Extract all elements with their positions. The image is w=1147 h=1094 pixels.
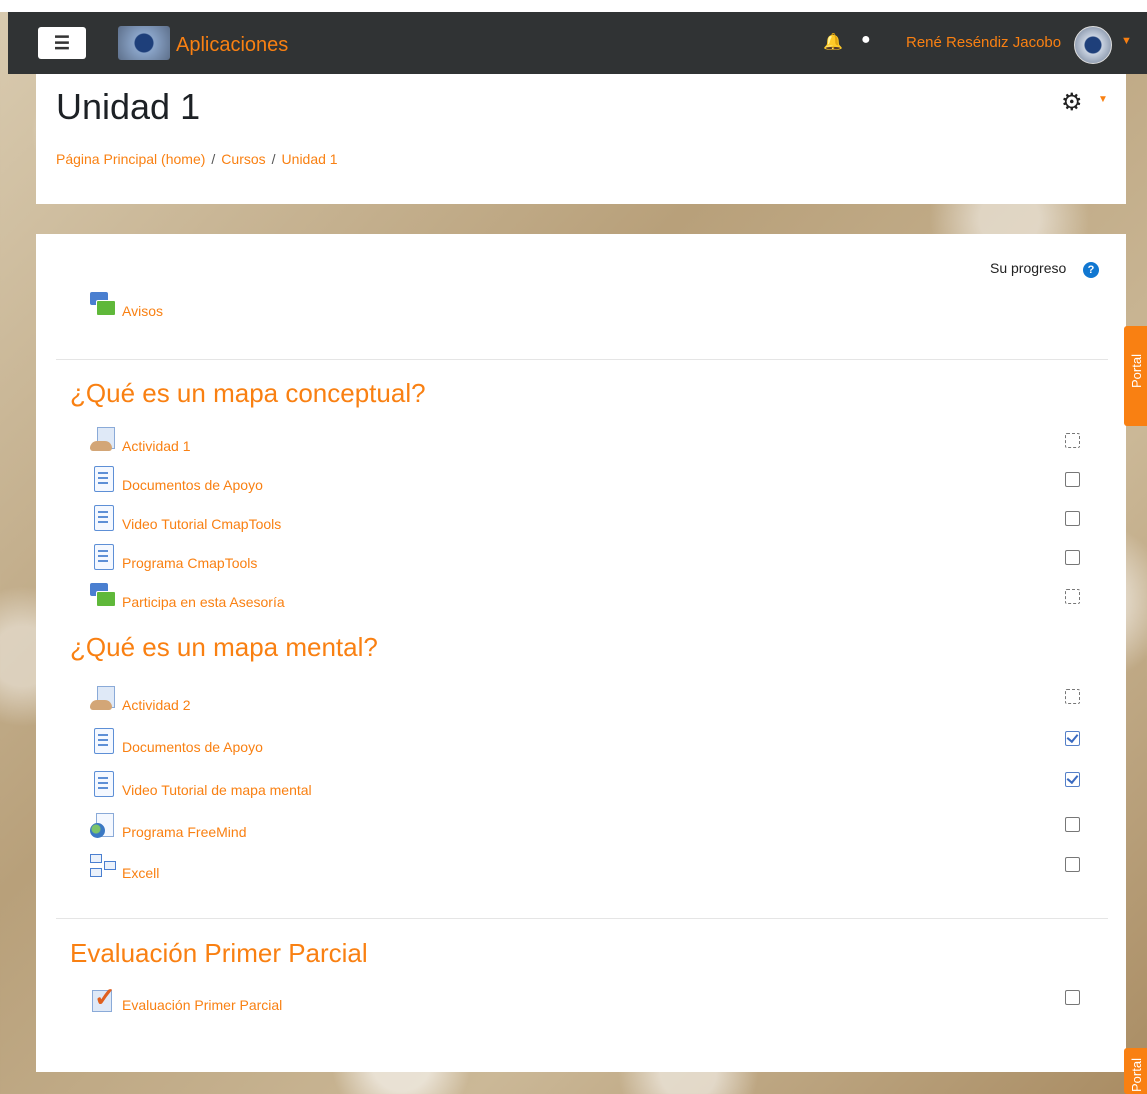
page-icon [90,728,116,754]
activity-avisos[interactable]: Avisos [90,290,163,320]
quiz-icon: ✓ [92,982,116,1012]
activity-documentos-apoyo[interactable]: Documentos de Apoyo [90,464,263,494]
breadcrumb: Página Principal (home) / Cursos / Unidad 1 [56,151,338,167]
assignment-icon [90,686,116,712]
activity-label[interactable]: Participa en esta Asesoría [122,594,285,610]
breadcrumb-item-courses[interactable]: Cursos [221,151,265,167]
chevron-down-icon[interactable]: ▼ [1098,94,1108,105]
completion-checkbox-checked[interactable] [1065,731,1080,746]
page-title: Unidad 1 [56,86,201,127]
completion-checkbox[interactable] [1065,817,1080,832]
activity-label[interactable]: Programa CmapTools [122,555,257,571]
activity-label[interactable]: Avisos [122,303,163,319]
chevron-down-icon[interactable]: ▼ [1121,35,1132,47]
completion-checkbox-checked[interactable] [1065,772,1080,787]
activity-label[interactable]: Documentos de Apoyo [122,477,263,493]
site-logo[interactable] [118,26,170,60]
completion-checkbox[interactable] [1065,990,1080,1005]
activity-video-cmaptools[interactable]: Video Tutorial CmapTools [90,503,281,533]
hamburger-icon[interactable]: ☰ [38,27,86,59]
page-icon [90,544,116,570]
breadcrumb-item-current[interactable]: Unidad 1 [282,151,338,167]
activity-label[interactable]: Programa FreeMind [122,824,247,840]
section-title[interactable]: Evaluación Primer Parcial [70,938,368,969]
navbar: ☰ Aplicaciones 🔔 ● René Reséndiz Jacobo … [8,12,1147,74]
activity-actividad-1[interactable]: Actividad 1 [90,425,190,455]
forum-icon [90,583,116,609]
activity-asesoria[interactable]: Participa en esta Asesoría [90,581,285,611]
completion-checkbox[interactable] [1065,857,1080,872]
page-icon [90,466,116,492]
portal-tab-bottom[interactable]: Portal [1124,1048,1147,1094]
activity-programa-freemind[interactable]: Programa FreeMind [90,811,247,841]
breadcrumb-item-home[interactable]: Página Principal (home) [56,151,205,167]
completion-checkbox[interactable] [1065,472,1080,487]
page-icon [90,771,116,797]
user-name[interactable]: René Reséndiz Jacobo [906,34,1061,51]
activity-documentos-apoyo-2[interactable]: Documentos de Apoyo [90,726,263,756]
activity-programa-cmaptools[interactable]: Programa CmapTools [90,542,257,572]
activity-excell[interactable]: Excell [90,852,159,882]
forum-icon [90,292,116,318]
activity-label[interactable]: Video Tutorial de mapa mental [122,782,312,798]
folder-icon [90,854,116,880]
help-icon[interactable]: ? [1083,262,1099,278]
portal-tab-label: Portal [1129,354,1144,388]
section-divider [56,918,1108,919]
portal-tab-label: Portal [1129,1058,1144,1092]
activity-label[interactable]: Excell [122,865,159,881]
activity-actividad-2[interactable]: Actividad 2 [90,684,190,714]
activity-label[interactable]: Actividad 2 [122,697,190,713]
activity-video-mapa-mental[interactable]: Video Tutorial de mapa mental [90,769,312,799]
assignment-icon [90,427,116,453]
gear-icon[interactable]: ⚙ [1061,88,1083,117]
activity-label[interactable]: Video Tutorial CmapTools [122,516,281,532]
page-icon [90,505,116,531]
completion-checkbox [1065,433,1080,448]
completion-checkbox [1065,689,1080,704]
progress-label: Su progreso [990,260,1067,276]
activity-evaluacion[interactable]: ✓ Evaluación Primer Parcial [90,984,282,1014]
portal-tab[interactable]: Portal [1124,326,1147,426]
top-strip [0,0,1147,12]
bell-icon[interactable]: 🔔 [823,32,843,52]
activity-label[interactable]: Documentos de Apoyo [122,739,263,755]
page-header: Unidad 1 ⚙ ▼ Página Principal (home) / Cur… [36,74,1126,204]
completion-checkbox[interactable] [1065,511,1080,526]
chat-icon[interactable]: ● [861,31,871,49]
avatar[interactable] [1074,26,1112,64]
activity-label[interactable]: Evaluación Primer Parcial [122,997,282,1013]
breadcrumb-separator: / [271,151,276,167]
activity-label[interactable]: Actividad 1 [122,438,190,454]
section-title[interactable]: ¿Qué es un mapa conceptual? [70,378,426,409]
breadcrumb-separator: / [211,151,216,167]
url-icon [90,813,116,839]
course-content: Su progreso ? Avisos ¿Qué es un mapa con… [36,234,1126,1072]
section-divider [56,359,1108,360]
completion-checkbox [1065,589,1080,604]
section-title[interactable]: ¿Qué es un mapa mental? [70,632,378,663]
site-name[interactable]: Aplicaciones [176,34,288,57]
completion-checkbox[interactable] [1065,550,1080,565]
